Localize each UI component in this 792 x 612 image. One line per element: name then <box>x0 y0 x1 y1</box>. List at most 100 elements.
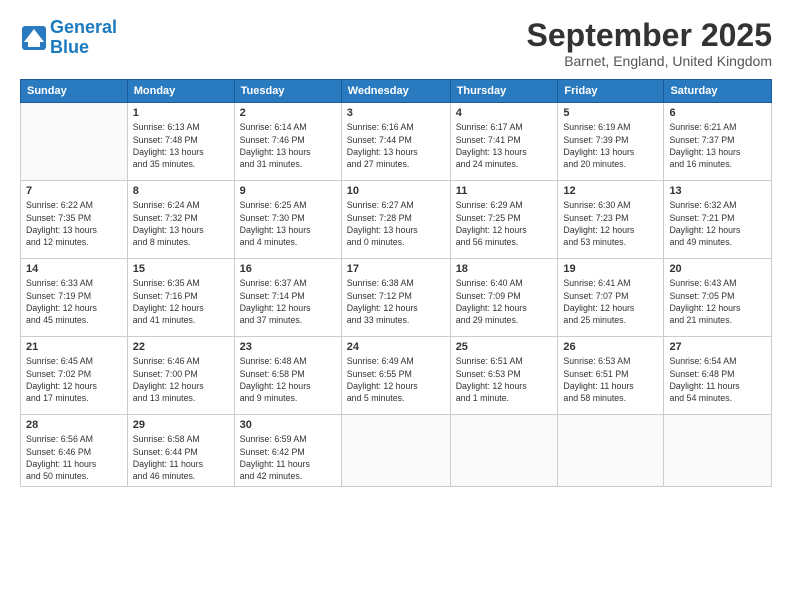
calendar-cell: 18 Sunrise: 6:40 AMSunset: 7:09 PMDayligh… <box>450 259 558 337</box>
day-number: 25 <box>456 341 553 353</box>
day-info: Sunrise: 6:14 AMSunset: 7:46 PMDaylight:… <box>240 121 336 170</box>
day-info: Sunrise: 6:22 AMSunset: 7:35 PMDaylight:… <box>26 199 122 248</box>
day-info: Sunrise: 6:58 AMSunset: 6:44 PMDaylight:… <box>133 433 229 482</box>
day-info: Sunrise: 6:41 AMSunset: 7:07 PMDaylight:… <box>563 277 658 326</box>
day-info: Sunrise: 6:46 AMSunset: 7:00 PMDaylight:… <box>133 355 229 404</box>
col-saturday: Saturday <box>664 80 772 103</box>
logo: General Blue <box>20 18 117 58</box>
day-info: Sunrise: 6:38 AMSunset: 7:12 PMDaylight:… <box>347 277 445 326</box>
calendar-cell: 8Sunrise: 6:24 AMSunset: 7:32 PMDaylight… <box>127 181 234 259</box>
calendar-cell: 1 Sunrise: 6:13 AMSunset: 7:48 PMDaylight… <box>127 103 234 181</box>
calendar-cell: 24 Sunrise: 6:49 AMSunset: 6:55 PMDayligh… <box>341 337 450 415</box>
day-info: Sunrise: 6:40 AMSunset: 7:09 PMDaylight:… <box>456 277 553 326</box>
calendar-cell: 3 Sunrise: 6:16 AMSunset: 7:44 PMDaylight… <box>341 103 450 181</box>
day-info: Sunrise: 6:29 AMSunset: 7:25 PMDaylight:… <box>456 199 553 248</box>
col-thursday: Thursday <box>450 80 558 103</box>
day-info: Sunrise: 6:33 AMSunset: 7:19 PMDaylight:… <box>26 277 122 326</box>
day-number: 10 <box>347 185 445 197</box>
day-number: 4 <box>456 107 553 119</box>
day-number: 7 <box>26 185 122 197</box>
day-info: Sunrise: 6:43 AMSunset: 7:05 PMDaylight:… <box>669 277 766 326</box>
day-number: 20 <box>669 263 766 275</box>
col-wednesday: Wednesday <box>341 80 450 103</box>
day-info: Sunrise: 6:35 AMSunset: 7:16 PMDaylight:… <box>133 277 229 326</box>
logo-line2: Blue <box>50 38 117 58</box>
day-number: 1 <box>133 107 229 119</box>
calendar-cell: 29 Sunrise: 6:58 AMSunset: 6:44 PMDayligh… <box>127 415 234 487</box>
calendar-cell: 5Sunrise: 6:19 AMSunset: 7:39 PMDaylight… <box>558 103 664 181</box>
day-number: 16 <box>240 263 336 275</box>
day-number: 11 <box>456 185 553 197</box>
day-info: Sunrise: 6:30 AMSunset: 7:23 PMDaylight:… <box>563 199 658 248</box>
day-number: 27 <box>669 341 766 353</box>
day-number: 14 <box>26 263 122 275</box>
calendar-cell: 20 Sunrise: 6:43 AMSunset: 7:05 PMDayligh… <box>664 259 772 337</box>
calendar-cell: 6Sunrise: 6:21 AMSunset: 7:37 PMDaylight… <box>664 103 772 181</box>
day-number: 24 <box>347 341 445 353</box>
day-info: Sunrise: 6:27 AMSunset: 7:28 PMDaylight:… <box>347 199 445 248</box>
calendar-cell <box>558 415 664 487</box>
day-info: Sunrise: 6:48 AMSunset: 6:58 PMDaylight:… <box>240 355 336 404</box>
calendar-cell <box>450 415 558 487</box>
calendar-cell: 21 Sunrise: 6:45 AMSunset: 7:02 PMDayligh… <box>21 337 128 415</box>
day-number: 28 <box>26 419 122 431</box>
day-info: Sunrise: 6:59 AMSunset: 6:42 PMDaylight:… <box>240 433 336 482</box>
day-number: 12 <box>563 185 658 197</box>
location: Barnet, England, United Kingdom <box>527 53 772 69</box>
day-info: Sunrise: 6:13 AMSunset: 7:48 PMDaylight:… <box>133 121 229 170</box>
day-info: Sunrise: 6:53 AMSunset: 6:51 PMDaylight:… <box>563 355 658 404</box>
calendar-cell: 10 Sunrise: 6:27 AMSunset: 7:28 PMDayligh… <box>341 181 450 259</box>
calendar-table: Sunday Monday Tuesday Wednesday Thursday… <box>20 79 772 487</box>
day-info: Sunrise: 6:37 AMSunset: 7:14 PMDaylight:… <box>240 277 336 326</box>
calendar-cell: 14 Sunrise: 6:33 AMSunset: 7:19 PMDayligh… <box>21 259 128 337</box>
day-number: 5 <box>563 107 658 119</box>
day-number: 8 <box>133 185 229 197</box>
day-info: Sunrise: 6:49 AMSunset: 6:55 PMDaylight:… <box>347 355 445 404</box>
day-number: 18 <box>456 263 553 275</box>
calendar-cell: 23 Sunrise: 6:48 AMSunset: 6:58 PMDayligh… <box>234 337 341 415</box>
calendar-cell: 27 Sunrise: 6:54 AMSunset: 6:48 PMDayligh… <box>664 337 772 415</box>
calendar-cell <box>21 103 128 181</box>
day-number: 17 <box>347 263 445 275</box>
calendar-cell: 30Sunrise: 6:59 AMSunset: 6:42 PMDayligh… <box>234 415 341 487</box>
calendar-cell: 22 Sunrise: 6:46 AMSunset: 7:00 PMDayligh… <box>127 337 234 415</box>
calendar-cell: 15 Sunrise: 6:35 AMSunset: 7:16 PMDayligh… <box>127 259 234 337</box>
calendar-cell: 2Sunrise: 6:14 AMSunset: 7:46 PMDaylight… <box>234 103 341 181</box>
day-number: 3 <box>347 107 445 119</box>
calendar-header-row: Sunday Monday Tuesday Wednesday Thursday… <box>21 80 772 103</box>
day-number: 15 <box>133 263 229 275</box>
calendar-cell: 16 Sunrise: 6:37 AMSunset: 7:14 PMDayligh… <box>234 259 341 337</box>
day-number: 29 <box>133 419 229 431</box>
calendar-week-row: 28Sunrise: 6:56 AMSunset: 6:46 PMDayligh… <box>21 415 772 487</box>
day-number: 13 <box>669 185 766 197</box>
calendar-cell: 28Sunrise: 6:56 AMSunset: 6:46 PMDayligh… <box>21 415 128 487</box>
calendar-cell <box>341 415 450 487</box>
page-header: General Blue September 2025 Barnet, Engl… <box>20 18 772 69</box>
col-tuesday: Tuesday <box>234 80 341 103</box>
day-info: Sunrise: 6:45 AMSunset: 7:02 PMDaylight:… <box>26 355 122 404</box>
month-title: September 2025 <box>527 18 772 53</box>
calendar-cell: 9Sunrise: 6:25 AMSunset: 7:30 PMDaylight… <box>234 181 341 259</box>
day-number: 21 <box>26 341 122 353</box>
day-number: 26 <box>563 341 658 353</box>
calendar-cell: 12 Sunrise: 6:30 AMSunset: 7:23 PMDayligh… <box>558 181 664 259</box>
day-number: 19 <box>563 263 658 275</box>
calendar-cell: 25Sunrise: 6:51 AMSunset: 6:53 PMDayligh… <box>450 337 558 415</box>
calendar-cell: 26 Sunrise: 6:53 AMSunset: 6:51 PMDayligh… <box>558 337 664 415</box>
day-info: Sunrise: 6:17 AMSunset: 7:41 PMDaylight:… <box>456 121 553 170</box>
day-number: 23 <box>240 341 336 353</box>
calendar-week-row: 7 Sunrise: 6:22 AMSunset: 7:35 PMDaylight… <box>21 181 772 259</box>
calendar-cell: 4 Sunrise: 6:17 AMSunset: 7:41 PMDaylight… <box>450 103 558 181</box>
calendar-week-row: 21 Sunrise: 6:45 AMSunset: 7:02 PMDayligh… <box>21 337 772 415</box>
col-sunday: Sunday <box>21 80 128 103</box>
title-section: September 2025 Barnet, England, United K… <box>527 18 772 69</box>
calendar-cell: 13Sunrise: 6:32 AMSunset: 7:21 PMDayligh… <box>664 181 772 259</box>
day-number: 22 <box>133 341 229 353</box>
logo-line1: General <box>50 17 117 37</box>
day-info: Sunrise: 6:21 AMSunset: 7:37 PMDaylight:… <box>669 121 766 170</box>
day-info: Sunrise: 6:16 AMSunset: 7:44 PMDaylight:… <box>347 121 445 170</box>
day-info: Sunrise: 6:25 AMSunset: 7:30 PMDaylight:… <box>240 199 336 248</box>
day-info: Sunrise: 6:54 AMSunset: 6:48 PMDaylight:… <box>669 355 766 404</box>
col-monday: Monday <box>127 80 234 103</box>
logo-icon <box>20 24 48 52</box>
